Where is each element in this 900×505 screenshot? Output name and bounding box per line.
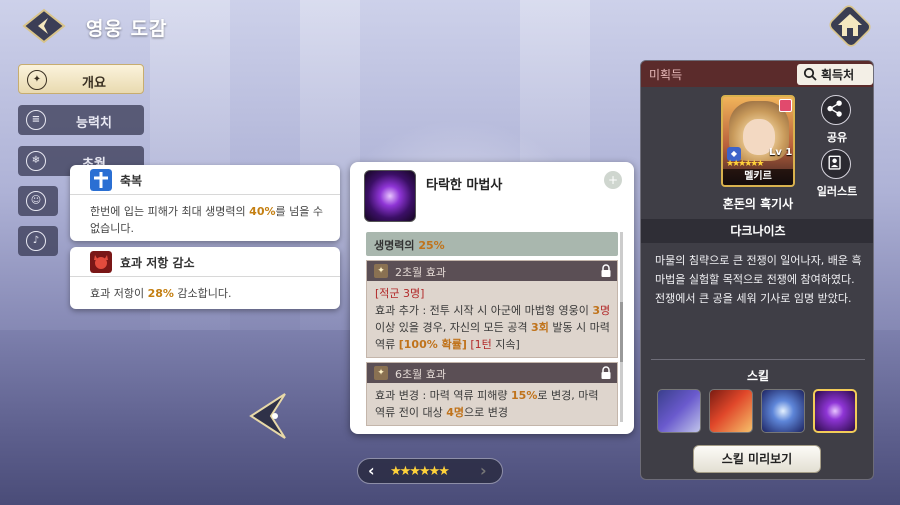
tooltip-resist-down: 효과 저항 감소 효과 저항이 28% 감소합니다. (70, 247, 340, 309)
transcend-section-6: ✦ 6초월 효과 효과 변경 : 마력 역류 피해량 15%로 변경, 마력 역… (366, 362, 618, 426)
scrollbar-thumb[interactable] (620, 302, 623, 362)
star-grade-selector[interactable]: ‹ ★★★★★★ › (357, 458, 503, 484)
tooltip-blessing: 축복 한번에 입는 피해가 최대 생명력의 40%를 넘을 수 없습니다. (70, 165, 340, 241)
tooltip-title: 효과 저항 감소 (120, 256, 195, 270)
status-bar: 미획득 획득처 (641, 61, 873, 87)
hero-faction: 다크나이츠 (641, 219, 873, 243)
target-icon: ✦ (27, 70, 47, 90)
tooltip-header: 축복 (70, 165, 340, 195)
section-header: ✦ 6초월 효과 (367, 363, 617, 383)
tab-label: 개요 (82, 76, 106, 91)
tooltip-body: 효과 저항이 28% 감소합니다. (90, 287, 232, 300)
hero-level: Lv 1 (769, 147, 793, 158)
tab-voice[interactable]: ♪ (18, 226, 58, 256)
skill-slot-4[interactable] (813, 389, 857, 433)
skill-title: 타락한 마법사 (426, 178, 503, 193)
hero-description: 마물의 침략으로 큰 전쟁이 일어나자, 배운 흑마법을 실험할 목적으로 전쟁… (655, 254, 862, 305)
close-icon[interactable]: + (604, 171, 622, 189)
section-body: 효과 변경 : 마력 역류 피해량 15%로 변경, 마력 역류 전이 대상 4… (375, 389, 599, 419)
section-body: [적군 3명] 효과 추가 : 전투 시작 시 아군에 마법형 영웅이 3명 이… (375, 287, 611, 351)
snowflake-icon: ❄ (26, 151, 46, 171)
tooltip-header: 효과 저항 감소 (70, 247, 340, 277)
star-rating: ★★★★★★ (390, 464, 450, 479)
hero-info-panel: 미획득 획득처 ◆ Lv 1 ★★★★★★ 멜키르 공유 일러스트 혼돈의 흑기… (640, 60, 874, 480)
lock-icon (601, 264, 611, 277)
user-icon: ☺ (26, 191, 46, 211)
music-icon: ♪ (26, 231, 46, 251)
divider (651, 359, 865, 360)
skill-slot-3[interactable] (761, 389, 805, 433)
transcend-section-2: ✦ 2초월 효과 [적군 3명] 효과 추가 : 전투 시작 시 아군에 마법형… (366, 260, 618, 358)
search-icon (803, 67, 817, 81)
skill-stat-line: 생명력의 25% (366, 232, 618, 256)
obtain-source-button[interactable]: 획득처 (797, 64, 873, 85)
star-icon: ✦ (374, 264, 388, 278)
hero-name: 멜키르 (723, 169, 793, 185)
cross-icon (90, 169, 112, 191)
section-header: ✦ 2초월 효과 (367, 261, 617, 281)
lock-icon (601, 366, 611, 379)
share-label: 공유 (826, 131, 848, 144)
tab-overview[interactable]: ✦ 개요 (18, 64, 144, 94)
skill-slot-2[interactable] (709, 389, 753, 433)
skill-slot-1[interactable] (657, 389, 701, 433)
favorite-badge (779, 99, 792, 112)
illustration-button[interactable] (821, 149, 851, 179)
status-badge: 미획득 (649, 68, 683, 82)
hero-stars: ★★★★★★ (726, 159, 764, 169)
chevron-right-icon[interactable]: › (480, 461, 487, 480)
skill-section-label: 스킬 (746, 369, 770, 383)
skill-icon (364, 170, 416, 222)
prev-hero-arrow-icon[interactable] (245, 390, 289, 442)
demon-icon (90, 251, 112, 273)
tooltip-title: 축복 (120, 174, 143, 188)
portrait-icon (828, 155, 841, 170)
tab-label: 능력치 (76, 116, 112, 131)
skill-detail-panel: 타락한 마법사 + 생명력의 25% ✦ 2초월 효과 [적군 3명] 효과 추… (350, 162, 634, 434)
back-arrow-icon[interactable] (22, 8, 66, 44)
tooltip-body: 한번에 입는 피해가 최대 생명력의 40%를 넘을 수 없습니다. (90, 205, 323, 235)
page-title: 영웅 도감 (86, 18, 168, 40)
hero-class: 혼돈의 흑기사 (722, 197, 794, 211)
hero-portrait: ◆ Lv 1 ★★★★★★ 멜키르 (721, 95, 795, 187)
chevron-left-icon[interactable]: ‹ (368, 461, 375, 480)
home-icon (838, 14, 862, 36)
share-button[interactable] (821, 95, 851, 125)
star-icon: ✦ (374, 366, 388, 380)
stats-icon: ≡ (26, 110, 46, 130)
tab-stats[interactable]: ≡ 능력치 (18, 105, 144, 135)
share-icon (827, 100, 842, 117)
tab-profile[interactable]: ☺ (18, 186, 58, 216)
skill-preview-button[interactable]: 스킬 미리보기 (693, 445, 821, 473)
